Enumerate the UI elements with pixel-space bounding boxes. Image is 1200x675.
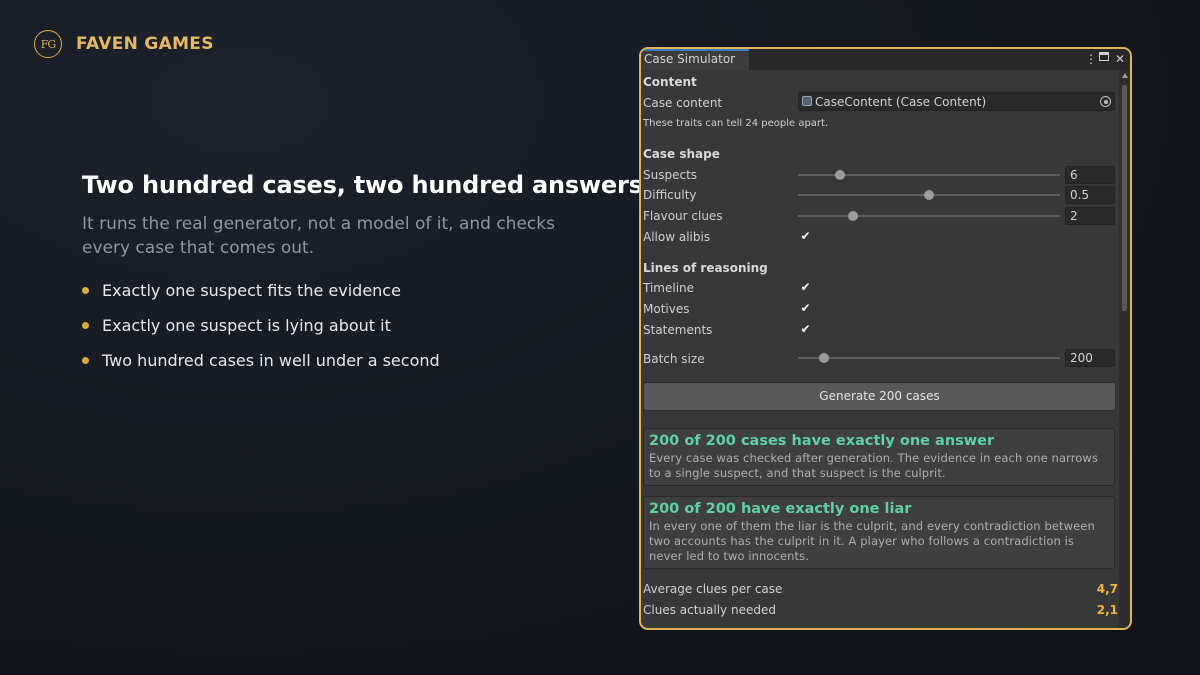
suspects-label: Suspects [643,168,698,182]
brand: FG FAVEN GAMES [34,30,214,58]
flavour-clues-field[interactable]: 2 [1065,207,1115,225]
slide-headline: Two hundred cases, two hundred answers [82,171,643,199]
case-content-value: CaseContent (Case Content) [815,95,987,109]
case-content-field[interactable]: CaseContent (Case Content) [798,92,1115,111]
allow-alibis-label: Allow alibis [643,230,711,244]
scroll-up-arrow-icon[interactable] [1122,73,1128,78]
batch-size-slider[interactable] [798,353,1060,363]
stat-label: Average clues per case [643,582,783,596]
brand-logo: FG [34,30,62,58]
timeline-checkbox[interactable]: ✔ [799,281,812,294]
bullet-item: Two hundred cases in well under a second [82,349,440,384]
suspects-slider[interactable] [798,170,1060,180]
bullet-text: Exactly one suspect fits the evidence [102,281,401,300]
result-card-one-liar: 200 of 200 have exactly one liar In ever… [643,496,1115,569]
motives-checkbox[interactable]: ✔ [799,302,812,315]
maximize-icon[interactable] [1099,52,1109,61]
stat-value: 4,7 [1096,582,1118,596]
result-card-unique-answer: 200 of 200 cases have exactly one answer… [643,428,1115,486]
object-picker-icon[interactable] [1100,96,1111,107]
bullet-list: Exactly one suspect fits the evidence Ex… [82,279,440,384]
batch-size-label: Batch size [643,352,705,366]
difficulty-field[interactable]: 0.5 [1065,186,1115,204]
bullet-text: Exactly one suspect is lying about it [102,316,391,335]
batch-size-slider-thumb[interactable] [819,353,830,363]
timeline-label: Timeline [643,281,695,295]
case-simulator-window: Case Simulator ⋮ ✕ Content Case content … [639,47,1132,630]
difficulty-label: Difficulty [643,188,697,202]
section-header-lines-of-reasoning: Lines of reasoning [643,261,768,275]
slide-subtitle: It runs the real generator, not a model … [82,214,555,258]
bullet-text: Two hundred cases in well under a second [102,351,440,370]
flavour-clues-label: Flavour clues [643,209,723,223]
motives-label: Motives [643,302,690,316]
bullet-item: Exactly one suspect fits the evidence [82,279,440,314]
batch-size-field[interactable]: 200 [1065,349,1115,367]
result-card-body: In every one of them the liar is the cul… [649,519,1095,563]
difficulty-slider[interactable] [798,190,1060,200]
window-tab-bar: Case Simulator ⋮ ✕ [641,49,1130,70]
close-icon[interactable]: ✕ [1115,51,1125,67]
flavour-clues-slider[interactable] [798,211,1060,221]
section-header-content: Content [643,75,697,89]
allow-alibis-checkbox[interactable]: ✔ [799,230,812,243]
bullet-dot [82,287,89,294]
more-vertical-icon[interactable]: ⋮ [1085,51,1097,67]
suspects-slider-thumb[interactable] [834,170,845,180]
generate-cases-button[interactable]: Generate 200 cases [643,382,1116,411]
stat-value: 2,1 [1096,603,1118,617]
scriptable-object-icon [802,96,812,106]
tab-case-simulator[interactable]: Case Simulator [641,49,749,70]
result-card-body: Every case was checked after generation.… [649,451,1099,480]
traits-note: These traits can tell 24 people apart. [643,118,829,129]
statements-label: Statements [643,323,713,337]
bullet-item: Exactly one suspect is lying about it [82,314,440,349]
suspects-field[interactable]: 6 [1065,166,1115,184]
bullet-dot [82,322,89,329]
case-content-label: Case content [643,96,723,110]
brand-name: FAVEN GAMES [76,34,214,54]
section-header-case-shape: Case shape [643,147,720,161]
bullet-dot [82,357,89,364]
result-card-title: 200 of 200 cases have exactly one answer [649,433,995,449]
difficulty-slider-thumb[interactable] [924,190,934,200]
result-card-title: 200 of 200 have exactly one liar [649,501,912,517]
flavour-clues-slider-thumb[interactable] [848,211,859,221]
scroll-thumb[interactable] [1122,85,1127,311]
stat-label: Clues actually needed [643,603,776,617]
statements-checkbox[interactable]: ✔ [799,323,812,336]
